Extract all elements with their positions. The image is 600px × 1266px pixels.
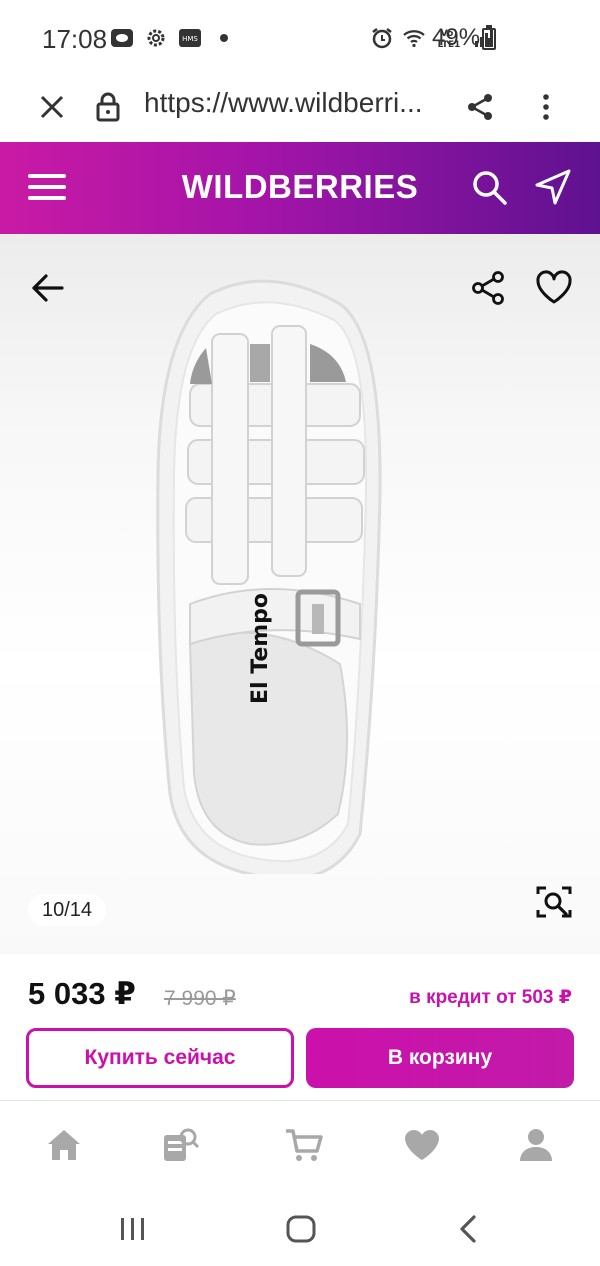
battery-fill: [485, 38, 493, 47]
share-icon[interactable]: [462, 89, 498, 125]
bottom-navigation: [0, 1100, 600, 1190]
screen-record-icon: [111, 29, 133, 47]
browser-address-bar: https://www.wildberri...: [0, 72, 600, 142]
back-icon[interactable]: [452, 1212, 486, 1246]
product-image[interactable]: [150, 274, 390, 874]
recent-apps-icon[interactable]: [116, 1212, 150, 1246]
battery-icon: [482, 25, 496, 50]
back-arrow-icon[interactable]: [28, 268, 68, 308]
settings-gear-icon: [147, 29, 165, 47]
system-navigation: [0, 1190, 600, 1266]
wifi-icon: [403, 30, 425, 48]
home-icon[interactable]: [44, 1125, 84, 1165]
status-bar: 17:08 HMS Vo) LTE1 49%: [0, 0, 600, 72]
buy-now-button[interactable]: Купить сейчас: [26, 1028, 294, 1088]
lock-icon[interactable]: [90, 89, 126, 125]
insole-brand-text: El Tempo: [248, 592, 273, 704]
search-icon[interactable]: [468, 166, 510, 208]
price-row: 5 033 ₽ 7 990 ₽ в кредит от 503 ₽: [0, 954, 600, 1018]
visual-search-icon[interactable]: [534, 882, 574, 922]
alarm-icon: [372, 28, 392, 49]
hms-icon: HMS: [179, 29, 201, 47]
favorites-icon[interactable]: [402, 1125, 442, 1165]
hms-label: HMS: [182, 35, 198, 43]
profile-icon[interactable]: [516, 1125, 556, 1165]
add-to-cart-button[interactable]: В корзину: [306, 1028, 574, 1088]
image-counter: 10/14: [28, 894, 106, 926]
url-field[interactable]: https://www.wildberri...: [144, 87, 423, 119]
credit-link[interactable]: в кредит от 503 ₽: [409, 986, 572, 1009]
close-icon[interactable]: [34, 89, 70, 125]
price-current: 5 033 ₽: [28, 976, 136, 1011]
more-vertical-icon[interactable]: [528, 89, 564, 125]
status-left-icons: HMS: [110, 26, 236, 50]
home-button-icon[interactable]: [284, 1212, 318, 1246]
product-gallery[interactable]: El Tempo 10/14: [0, 234, 600, 954]
location-arrow-icon[interactable]: [532, 166, 574, 208]
catalog-icon[interactable]: [160, 1125, 200, 1165]
site-logo[interactable]: WILDBERRIES: [0, 168, 600, 206]
site-header: WILDBERRIES: [0, 142, 600, 234]
cart-icon[interactable]: [284, 1125, 324, 1165]
dot-icon: [220, 34, 228, 42]
status-time: 17:08: [42, 24, 108, 54]
share-icon[interactable]: [468, 268, 508, 308]
heart-icon[interactable]: [534, 268, 574, 308]
price-old: 7 990 ₽: [164, 987, 236, 1010]
battery-percent: 49%: [432, 24, 481, 51]
